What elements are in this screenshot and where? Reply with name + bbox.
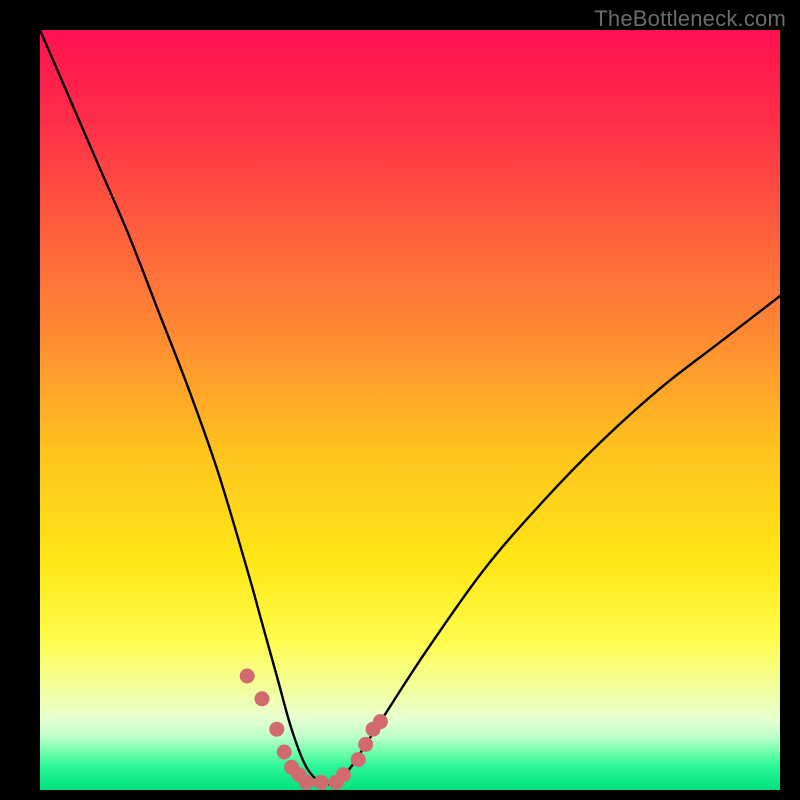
watermark-text: TheBottleneck.com (594, 6, 786, 32)
marker-dot (336, 767, 351, 782)
marker-dot (299, 775, 314, 790)
marker-dot (277, 745, 292, 760)
marker-dot (358, 737, 373, 752)
marker-dot (269, 722, 284, 737)
marker-dot (314, 775, 329, 790)
bottleneck-chart (40, 30, 780, 790)
marker-dot (351, 752, 366, 767)
plot-area (40, 30, 780, 790)
chart-frame: TheBottleneck.com (0, 0, 800, 800)
marker-dot (255, 691, 270, 706)
marker-dot (240, 669, 255, 684)
marker-dot (373, 714, 388, 729)
